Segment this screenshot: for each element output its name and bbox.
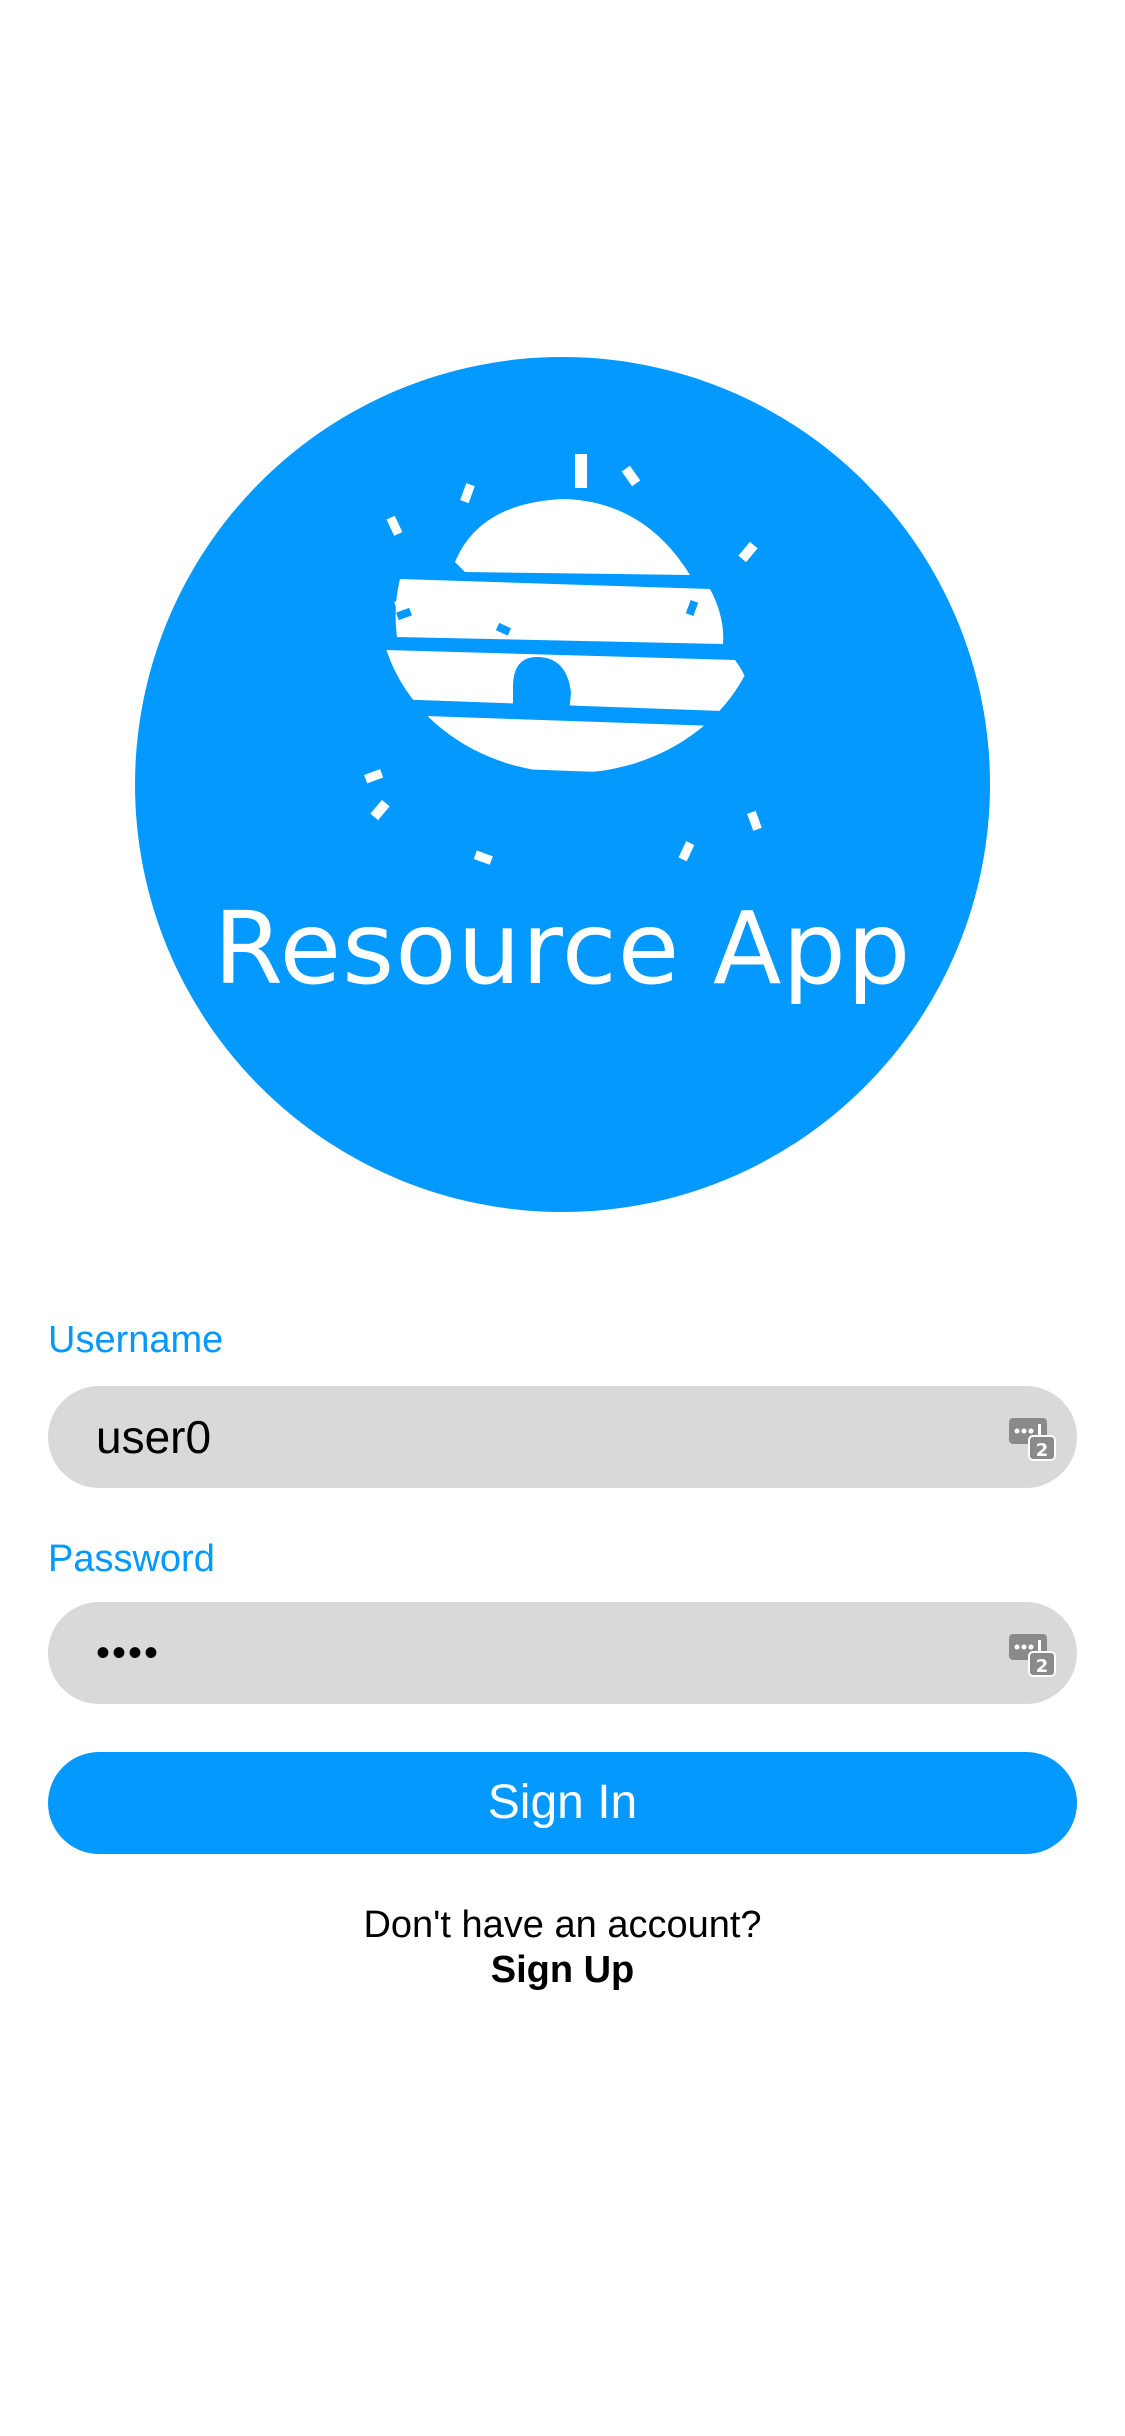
svg-text:2: 2 — [1036, 1656, 1049, 1677]
password-field[interactable]: •••• 2 — [48, 1602, 1077, 1704]
sign-up-link[interactable]: Sign Up — [0, 1947, 1125, 1993]
password-key-icon[interactable]: 2 — [1007, 1628, 1057, 1678]
password-label: Password — [48, 1538, 215, 1580]
app-name: Resource App — [213, 890, 912, 1007]
app-logo: Resource App — [135, 357, 990, 1212]
sign-in-button[interactable]: Sign In — [48, 1752, 1077, 1854]
username-value: user0 — [96, 1411, 212, 1463]
beehive-icon — [364, 454, 762, 865]
svg-text:2: 2 — [1036, 1440, 1049, 1461]
password-key-icon[interactable]: 2 — [1007, 1412, 1057, 1462]
no-account-prompt: Don't have an account? — [363, 1904, 762, 1946]
username-label: Username — [48, 1319, 224, 1361]
password-value: •••• — [96, 1631, 161, 1675]
sign-in-screen: Resource App Username user0 2 Password •… — [0, 0, 1125, 2436]
username-field[interactable]: user0 2 — [48, 1386, 1077, 1488]
